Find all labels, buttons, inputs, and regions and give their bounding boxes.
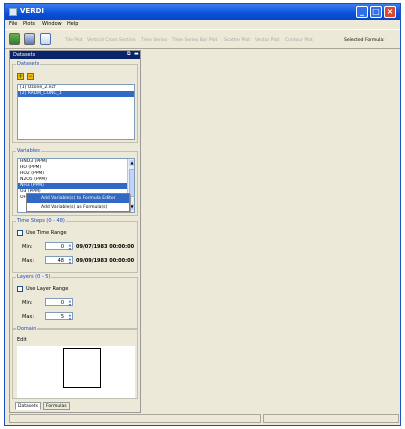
menu-window[interactable]: Window bbox=[42, 21, 62, 27]
use-layer-range-label: Use Layer Range bbox=[26, 286, 69, 292]
variables-group: Variables HNO3 (PPM) HO (PPM) HO2 (PPM) … bbox=[12, 148, 138, 216]
datasets-group-title: Datasets bbox=[16, 61, 41, 67]
spinner-arrows-icon[interactable]: ▲ ▼ bbox=[69, 243, 71, 251]
status-bar-left bbox=[9, 414, 261, 423]
panel-window-icon[interactable]: ⧉ bbox=[127, 51, 131, 57]
status-bar-right bbox=[263, 414, 399, 423]
selected-formula-label: Selected Formula: bbox=[344, 38, 385, 43]
open-dataset-icon[interactable] bbox=[9, 33, 20, 45]
domain-group-title: Domain bbox=[16, 326, 38, 332]
toolbar: Tile Plot Vertical Cross Section Time Se… bbox=[5, 29, 400, 49]
spinner-arrows-icon[interactable]: ▲ ▼ bbox=[69, 313, 71, 321]
domain-group: Domain Edit bbox=[12, 326, 138, 399]
variable-context-menu: Add Variable(s) to Formula Editor Add Va… bbox=[26, 193, 130, 212]
layer-min-label: Min: bbox=[22, 300, 33, 306]
time-max-spinner[interactable]: 48 ▲ ▼ bbox=[45, 256, 73, 265]
layer-max-value: 5 bbox=[60, 314, 64, 320]
scroll-up-icon[interactable]: ▲ bbox=[129, 160, 134, 166]
time-min-label: Min: bbox=[22, 244, 33, 250]
add-to-formula-editor-menu-item[interactable]: Add Variable(s) to Formula Editor bbox=[27, 194, 129, 203]
close-button[interactable]: × bbox=[384, 6, 396, 18]
list-item[interactable]: [2] RADM_CONC_1 bbox=[18, 91, 134, 97]
tab-datasets[interactable]: Datasets bbox=[15, 402, 41, 410]
add-as-formula-menu-item[interactable]: Add Variable(s) as Formula(s) bbox=[27, 203, 129, 212]
minimize-button[interactable]: _ bbox=[356, 6, 368, 18]
contour-plot-button[interactable]: Contour Plot bbox=[285, 38, 313, 43]
datasets-panel: Datasets ⧉ ▬ Datasets + − [1] Ozone_2.nc… bbox=[9, 50, 141, 413]
layer-max-spinner[interactable]: 5 ▲ ▼ bbox=[45, 312, 73, 321]
time-min-value: 0 bbox=[60, 244, 64, 250]
maximize-button[interactable]: □ bbox=[370, 6, 382, 18]
time-max-label: Max: bbox=[22, 258, 35, 264]
window-title: VERDI bbox=[20, 7, 45, 15]
panel-header: Datasets ⧉ ▬ bbox=[10, 51, 140, 59]
vector-plot-button[interactable]: Vector Plot bbox=[255, 38, 279, 43]
tile-plot-button[interactable]: Tile Plot bbox=[65, 38, 83, 43]
datasets-group: Datasets + − [1] Ozone_2.ncf [2] RADM_CO… bbox=[12, 61, 138, 143]
layers-group-title: Layers (0 - 5) bbox=[16, 274, 52, 280]
image-icon[interactable] bbox=[40, 33, 51, 45]
layer-min-value: 0 bbox=[60, 300, 64, 306]
time-min-spinner[interactable]: 0 ▲ ▼ bbox=[45, 242, 73, 251]
menu-help[interactable]: Help bbox=[67, 21, 78, 27]
spinner-arrows-icon[interactable]: ▲ ▼ bbox=[69, 299, 71, 307]
time-steps-group: Time Steps (0 - 48) Use Time Range Min: … bbox=[12, 218, 138, 273]
menu-plots[interactable]: Plots bbox=[23, 21, 35, 27]
time-min-date: 09/07/1983 00:00:00 bbox=[76, 244, 135, 250]
add-dataset-icon[interactable]: + bbox=[17, 73, 24, 80]
time-series-button[interactable]: Time Series bbox=[141, 38, 167, 43]
panel-minimize-icon[interactable]: ▬ bbox=[134, 51, 139, 57]
remove-dataset-icon[interactable]: − bbox=[27, 73, 34, 80]
app-icon bbox=[9, 8, 17, 16]
domain-edit-label[interactable]: Edit bbox=[17, 337, 27, 343]
panel-title: Datasets bbox=[13, 52, 36, 58]
domain-box[interactable] bbox=[63, 348, 101, 388]
dataset-list[interactable]: [1] Ozone_2.ncf [2] RADM_CONC_1 bbox=[17, 84, 135, 140]
time-max-value: 48 bbox=[57, 258, 64, 264]
vertical-cross-section-button[interactable]: Vertical Cross Section bbox=[87, 38, 136, 43]
save-icon[interactable] bbox=[24, 33, 35, 45]
main-window: VERDI _ □ × File Plots Window Help Tile … bbox=[4, 3, 401, 426]
title-bar[interactable]: VERDI _ □ × bbox=[5, 4, 400, 20]
layer-min-spinner[interactable]: 0 ▲ ▼ bbox=[45, 298, 73, 307]
time-series-bar-plot-button[interactable]: Time Series Bar Plot bbox=[172, 38, 217, 43]
time-steps-group-title: Time Steps (0 - 48) bbox=[16, 218, 66, 224]
tab-formulas[interactable]: Formulas bbox=[43, 402, 70, 410]
domain-canvas[interactable] bbox=[17, 346, 135, 398]
variables-group-title: Variables bbox=[16, 148, 41, 154]
menu-bar: File Plots Window Help bbox=[5, 20, 400, 29]
layer-max-label: Max: bbox=[22, 314, 35, 320]
scatter-plot-button[interactable]: Scatter Plot bbox=[224, 38, 250, 43]
menu-file[interactable]: File bbox=[9, 21, 17, 27]
use-time-range-checkbox[interactable] bbox=[17, 230, 23, 236]
layers-group: Layers (0 - 5) Use Layer Range Min: 0 ▲ ▼… bbox=[12, 274, 138, 329]
use-layer-range-checkbox[interactable] bbox=[17, 286, 23, 292]
use-time-range-label: Use Time Range bbox=[26, 230, 67, 236]
time-max-date: 09/09/1983 00:00:00 bbox=[76, 258, 135, 264]
spinner-arrows-icon[interactable]: ▲ ▼ bbox=[69, 257, 71, 265]
